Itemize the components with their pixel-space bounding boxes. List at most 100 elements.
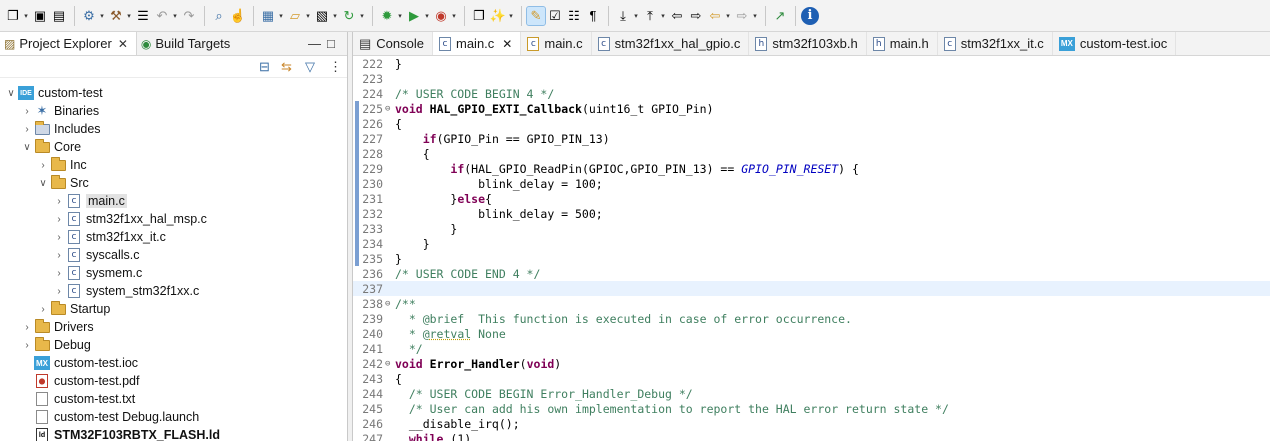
minimize-icon[interactable]: — [308,36,321,51]
prev-annotation-button[interactable]: ⤒ ▾ [641,4,667,28]
code-area[interactable]: 222} 223 224/* USER CODE BEGIN 4 */225 ⊖ voi… [353,56,1270,441]
tree-item[interactable]: › Debug [0,336,347,354]
dropdown-arrow-icon[interactable]: ▾ [125,12,133,20]
code-line[interactable]: 230 blink_delay = 100; [353,176,1270,191]
dropdown-arrow-icon[interactable]: ▾ [171,12,179,20]
binary-button[interactable]: ☰ [134,4,152,28]
settings-button[interactable]: ⚙ ▾ [80,4,106,28]
expand-icon[interactable]: ∨ [20,142,34,153]
tab-console[interactable]: ▤ Console [353,32,433,55]
undo-button[interactable]: ↶ ▾ [153,4,179,28]
open-perspective-button[interactable]: ↗ [771,4,789,28]
tab-main-c[interactable]: c main.c [521,32,592,55]
tab-stm32f103xb-h[interactable]: h stm32f103xb.h [749,32,867,55]
next-annotation-button[interactable]: ⤓ ▾ [614,4,640,28]
tab-custom-test-ioc[interactable]: MX custom-test.ioc [1053,32,1177,55]
collapse-icon[interactable]: › [20,124,34,135]
code-line[interactable]: 244 /* USER CODE BEGIN Error_Handler_Deb… [353,386,1270,401]
tree-item[interactable]: › c sysmem.c [0,264,347,282]
code-line[interactable]: 243 { [353,371,1270,386]
tree-item[interactable]: › ✶ Binaries [0,102,347,120]
run-external-button[interactable]: ◉ ▾ [432,4,458,28]
save-all-button[interactable]: ▤ [50,4,68,28]
code-line[interactable]: 231 }else{ [353,191,1270,206]
tab-stm32f1xx-hal-gpio-c[interactable]: c stm32f1xx_hal_gpio.c [592,32,750,55]
collapse-icon[interactable]: › [20,106,34,117]
code-line[interactable]: 233 } [353,221,1270,236]
info-button[interactable]: i [801,4,819,28]
tree-item[interactable]: › Includes [0,120,347,138]
code-line[interactable]: 223 [353,71,1270,86]
code-line[interactable]: 245 /* User can add his own implementati… [353,401,1270,416]
code-line[interactable]: 222} [353,56,1270,71]
expand-icon[interactable]: ∨ [36,178,50,189]
tree-item[interactable]: › Inc [0,156,347,174]
code-line[interactable]: 242 ⊖ void Error_Handler(void) [353,356,1270,371]
mark-button[interactable]: ☑ [546,4,564,28]
maximize-icon[interactable]: □ [327,36,335,51]
tab-main-h[interactable]: h main.h [867,32,938,55]
code-line[interactable]: 228 { [353,146,1270,161]
collapse-icon[interactable]: › [52,250,66,261]
tree-item[interactable]: › c stm32f1xx_it.c [0,228,347,246]
tree-item[interactable]: MX custom-test.ioc [0,354,347,372]
collapse-icon[interactable]: › [20,340,34,351]
code-line[interactable]: 226{ [353,116,1270,131]
dropdown-arrow-icon[interactable]: ▾ [358,12,366,20]
dropdown-arrow-icon[interactable]: ▾ [659,12,667,20]
tab-project-explorer[interactable]: ▨ Project Explorer ✕ [0,32,137,55]
tree-item[interactable]: custom-test.txt [0,390,347,408]
open-task-button[interactable]: ❐ [470,4,488,28]
code-line[interactable]: 225 ⊖ void HAL_GPIO_EXTI_Callback(uint16_t… [353,101,1270,116]
collapse-icon[interactable]: › [52,268,66,279]
new-project-button[interactable]: ▦ ▾ [259,4,285,28]
tree-item[interactable]: ∨ IDE custom-test [0,84,347,102]
code-line[interactable]: 224 /* USER CODE BEGIN 4 */ [353,86,1270,101]
forward-edit-button[interactable]: ⇨ [687,4,705,28]
close-icon[interactable]: ✕ [118,37,128,51]
collapse-icon[interactable]: › [20,322,34,333]
tree-item[interactable]: › c syscalls.c [0,246,347,264]
collapse-icon[interactable]: › [36,304,50,315]
tab-build-targets[interactable]: ◉ Build Targets [137,32,238,55]
new-file-button[interactable]: ▧ ▾ [313,4,339,28]
new-button[interactable]: ❐ ▾ [4,4,30,28]
dropdown-arrow-icon[interactable]: ▾ [331,12,339,20]
tree-item[interactable]: › c stm32f1xx_hal_msp.c [0,210,347,228]
save-button[interactable]: ▣ [31,4,49,28]
fold-icon[interactable]: ⊖ [385,359,395,369]
collapse-icon[interactable]: › [52,286,66,297]
code-line[interactable]: 240 * @retval None [353,326,1270,341]
fold-icon[interactable]: ⊖ [385,104,395,114]
redo-button[interactable]: ↷ [180,4,198,28]
debug-button[interactable]: ✹ ▾ [378,4,404,28]
close-icon[interactable]: ✕ [502,37,512,51]
back-button[interactable]: ⇦ ▾ [706,4,732,28]
dropdown-arrow-icon[interactable]: ▾ [507,12,515,20]
dropdown-arrow-icon[interactable]: ▾ [22,12,30,20]
collapse-all-icon[interactable]: ⊟ [259,59,270,75]
dropdown-arrow-icon[interactable]: ▾ [751,12,759,20]
tab-main-c[interactable]: c main.c ✕ [433,32,522,55]
dropdown-arrow-icon[interactable]: ▾ [632,12,640,20]
collapse-icon[interactable]: › [52,232,66,243]
dropdown-arrow-icon[interactable]: ▾ [277,12,285,20]
dropdown-arrow-icon[interactable]: ▾ [396,12,404,20]
tree-item[interactable]: custom-test Debug.launch [0,408,347,426]
collapse-icon[interactable]: › [52,214,66,225]
code-line[interactable]: 247 while (1) [353,431,1270,441]
run-button[interactable]: ▶ ▾ [405,4,431,28]
dropdown-arrow-icon[interactable]: ▾ [423,12,431,20]
last-edit-button[interactable]: ⇦ [668,4,686,28]
code-line[interactable]: 237 [353,281,1270,296]
forward-button[interactable]: ⇨ ▾ [733,4,759,28]
pilcrow-button[interactable]: ¶ [584,4,602,28]
tab-stm32f1xx-it-c[interactable]: c stm32f1xx_it.c [938,32,1053,55]
dropdown-arrow-icon[interactable]: ▾ [98,12,106,20]
collapse-icon[interactable]: › [52,196,66,207]
tree-item[interactable]: › c main.c [0,192,347,210]
highlight-button[interactable]: ✎ [526,4,546,28]
code-line[interactable]: 238 ⊖/** [353,296,1270,311]
open-folder-button[interactable]: ▱ ▾ [286,4,312,28]
filter-icon[interactable]: ▽ [305,59,315,75]
